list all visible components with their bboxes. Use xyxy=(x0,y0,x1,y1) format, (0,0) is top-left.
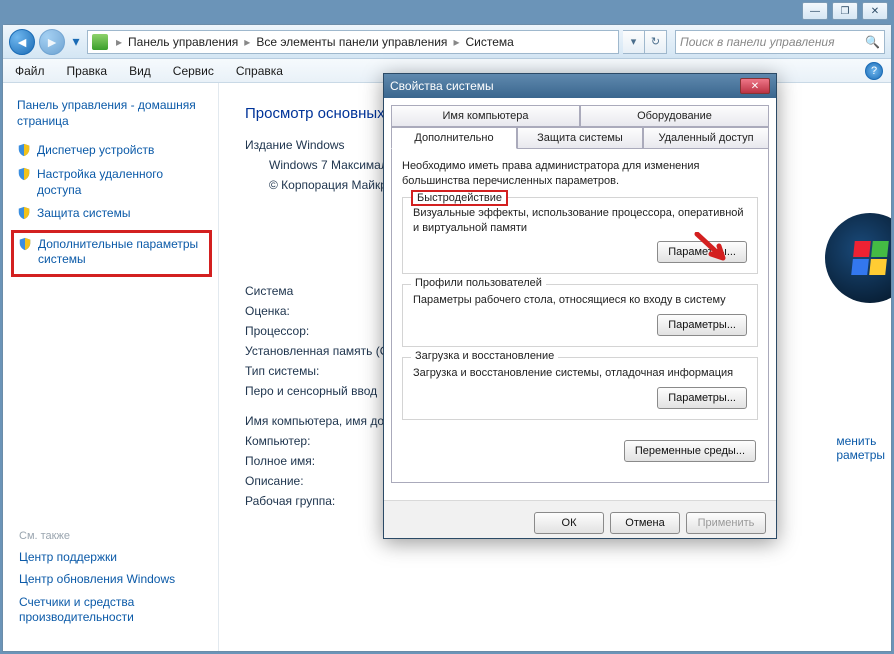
window-close-button[interactable]: ✕ xyxy=(862,2,888,20)
nav-back-button[interactable]: ◄ xyxy=(9,29,35,55)
breadcrumb-separator: ▸ xyxy=(112,35,126,49)
see-also-performance[interactable]: Счетчики и средства производительности xyxy=(19,595,209,626)
menu-tools[interactable]: Сервис xyxy=(169,61,218,81)
address-bar[interactable]: ▸ Панель управления ▸ Все элементы панел… xyxy=(87,30,619,54)
window-maximize-button[interactable]: ❐ xyxy=(832,2,858,20)
tab-remote[interactable]: Удаленный доступ xyxy=(643,127,769,149)
apply-button[interactable]: Применить xyxy=(686,512,766,534)
admin-note: Необходимо иметь права администратора дл… xyxy=(402,159,758,189)
tab-hardware[interactable]: Оборудование xyxy=(580,105,769,127)
sidebar-remote-settings[interactable]: Настройка удаленного доступа xyxy=(17,167,208,198)
sidebar-link-label: Защита системы xyxy=(37,206,130,222)
see-also-title: См. также xyxy=(19,530,209,542)
cancel-button[interactable]: Отмена xyxy=(610,512,680,534)
group-user-profiles: Профили пользователей Параметры рабочего… xyxy=(402,284,758,347)
sidebar-device-manager[interactable]: Диспетчер устройств xyxy=(17,143,208,159)
sidebar-link-label: Дополнительные параметры системы xyxy=(38,237,205,268)
group-performance-text: Визуальные эффекты, использование процес… xyxy=(413,206,747,236)
profiles-settings-button[interactable]: Параметры... xyxy=(657,314,747,336)
breadcrumb-separator: ▸ xyxy=(449,35,463,49)
address-dropdown-button[interactable]: ▾ xyxy=(623,30,645,54)
address-bar-row: ◄ ► ▾ ▸ Панель управления ▸ Все элементы… xyxy=(3,25,891,59)
sidebar-system-protection[interactable]: Защита системы xyxy=(17,206,208,222)
breadcrumb-separator: ▸ xyxy=(240,35,254,49)
startup-settings-button[interactable]: Параметры... xyxy=(657,387,747,409)
group-boot-text: Загрузка и восстановление системы, отлад… xyxy=(413,366,747,381)
edition-name: Windows 7 Максималь xyxy=(269,158,394,172)
address-refresh-button[interactable]: ↻ xyxy=(645,30,667,54)
tab-computer-name[interactable]: Имя компьютера xyxy=(391,105,580,127)
sidebar: Панель управления - домашняя страница Ди… xyxy=(3,83,219,651)
window-minimize-button[interactable]: — xyxy=(802,2,828,20)
sidebar-home-link[interactable]: Панель управления - домашняя страница xyxy=(17,97,208,129)
help-icon[interactable]: ? xyxy=(865,62,883,80)
nav-history-dropdown[interactable]: ▾ xyxy=(69,32,83,52)
breadcrumb-item[interactable]: Система xyxy=(463,32,515,52)
ok-button[interactable]: ОК xyxy=(534,512,604,534)
group-boot-title: Загрузка и восстановление xyxy=(411,350,558,362)
sidebar-link-label: Диспетчер устройств xyxy=(37,143,154,159)
sidebar-advanced-settings[interactable]: Дополнительные параметры системы xyxy=(11,230,212,277)
breadcrumb-item[interactable]: Все элементы панели управления xyxy=(254,32,449,52)
dialog-title-text: Свойства системы xyxy=(390,79,494,93)
change-settings-link[interactable]: менитьраметры xyxy=(836,434,885,462)
see-also-action-center[interactable]: Центр поддержки xyxy=(19,550,209,566)
menu-edit[interactable]: Правка xyxy=(63,61,112,81)
shield-icon xyxy=(18,237,32,251)
dialog-close-button[interactable]: ✕ xyxy=(740,78,770,94)
shield-icon xyxy=(17,143,31,157)
menu-file[interactable]: Файл xyxy=(11,61,49,81)
group-profiles-title: Профили пользователей xyxy=(411,277,546,289)
shield-icon xyxy=(17,167,31,181)
nav-forward-button[interactable]: ► xyxy=(39,29,65,55)
see-also-windows-update[interactable]: Центр обновления Windows xyxy=(19,572,209,588)
performance-settings-button[interactable]: Параметры... xyxy=(657,241,747,263)
group-startup-recovery: Загрузка и восстановление Загрузка и вос… xyxy=(402,357,758,420)
group-performance: Быстродействие Визуальные эффекты, испол… xyxy=(402,197,758,275)
breadcrumb-item[interactable]: Панель управления xyxy=(126,32,240,52)
environment-variables-button[interactable]: Переменные среды... xyxy=(624,440,756,462)
system-properties-dialog: Свойства системы ✕ Имя компьютера Оборуд… xyxy=(383,73,777,539)
edition-copyright: © Корпорация Майкро xyxy=(269,178,394,192)
search-placeholder: Поиск в панели управления xyxy=(680,35,835,49)
menu-view[interactable]: Вид xyxy=(125,61,155,81)
sidebar-link-label: Настройка удаленного доступа xyxy=(37,167,208,198)
group-profiles-text: Параметры рабочего стола, относящиеся ко… xyxy=(413,293,747,308)
search-input[interactable]: Поиск в панели управления 🔍 xyxy=(675,30,885,54)
shield-icon xyxy=(17,206,31,220)
sidebar-see-also: См. также Центр поддержки Центр обновлен… xyxy=(19,530,209,633)
menu-help[interactable]: Справка xyxy=(232,61,287,81)
search-icon: 🔍 xyxy=(865,35,880,49)
tab-system-protection[interactable]: Защита системы xyxy=(517,127,643,149)
dialog-button-row: ОК Отмена Применить xyxy=(384,500,776,538)
dialog-titlebar[interactable]: Свойства системы ✕ xyxy=(384,74,776,98)
group-performance-title: Быстродействие xyxy=(411,190,508,206)
control-panel-icon xyxy=(92,34,108,50)
tab-advanced[interactable]: Дополнительно xyxy=(391,127,517,149)
tab-panel-advanced: Необходимо иметь права администратора дл… xyxy=(391,149,769,483)
